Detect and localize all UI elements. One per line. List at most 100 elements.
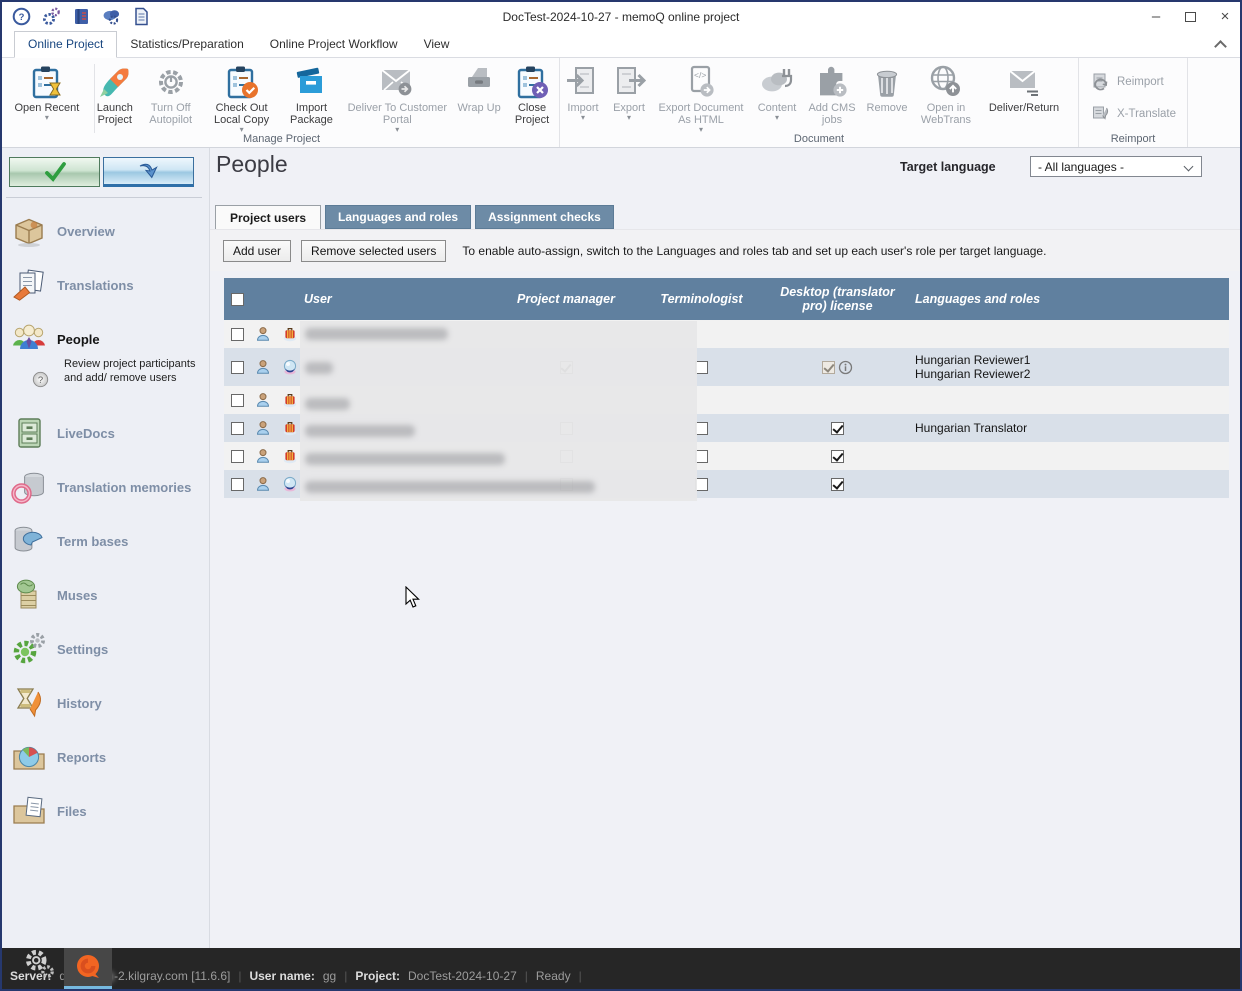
sidebar-item-term-bases[interactable]: Term bases (10, 522, 205, 560)
sidebar-item-translation-memories[interactable]: Translation memories (10, 468, 205, 506)
sidebar-item-overview[interactable]: Overview (10, 212, 205, 250)
tab-project-users[interactable]: Project users (215, 205, 321, 231)
puzzle-add-icon (814, 64, 850, 100)
close-button[interactable]: × (1218, 10, 1232, 24)
ribbon-tab-online-project-workflow[interactable]: Online Project Workflow (257, 32, 411, 57)
column-header-terminologist[interactable]: Terminologist (635, 278, 768, 320)
languages-roles-cell (907, 442, 1229, 470)
sidebar-deliver-button[interactable] (103, 157, 194, 187)
ribbon-button-reimport[interactable]: Reimport (1091, 72, 1164, 91)
project-value: DocTest-2024-10-27 (408, 969, 517, 983)
tab-assignment-checks[interactable]: Assignment checks (475, 205, 614, 229)
user-name-label: User name: (249, 969, 314, 983)
ribbon-button-x-translate[interactable]: X-Translate (1091, 104, 1176, 123)
auto-assign-hint: To enable auto-assign, switch to the Lan… (462, 244, 1046, 258)
envelope-arrow-icon (379, 64, 415, 100)
sidebar-confirm-button[interactable] (9, 157, 100, 187)
trash-icon (869, 64, 905, 100)
ready-status: Ready (536, 969, 571, 983)
sidebar-item-translations[interactable]: Translations (10, 266, 205, 304)
ribbon-button-export-document-as-html[interactable]: </>Export Document As HTML▾ (652, 62, 750, 133)
collapse-ribbon-icon[interactable] (1215, 39, 1226, 50)
main-panel: People Target language - All languages -… (210, 148, 1242, 952)
muse-icon (10, 576, 48, 614)
ribbon-button-deliver-return[interactable]: Deliver/Return (978, 62, 1070, 114)
rocket-icon (97, 64, 133, 100)
ribbon-button-import-package[interactable]: Import Package (282, 62, 342, 126)
info-icon[interactable] (838, 360, 853, 375)
license-checkbox[interactable] (831, 422, 844, 435)
sidebar-item-muses[interactable]: Muses (10, 576, 205, 614)
ribbon-button-export[interactable]: Export▾ (606, 62, 652, 121)
chevron-down-icon (1185, 163, 1193, 171)
remove-selected-users-button[interactable]: Remove selected users (301, 240, 446, 262)
select-all-checkbox[interactable] (231, 293, 244, 306)
clipboard-hourglass-icon (29, 64, 65, 100)
reports-pie-icon (10, 738, 48, 776)
sidebar-item-settings[interactable]: Settings (10, 630, 205, 668)
package-box-icon (293, 64, 329, 100)
help-question-icon[interactable]: ? (32, 371, 49, 388)
row-select-checkbox[interactable] (231, 394, 244, 407)
title-bar: ? DocTest-2024-10-27 - memoQ online proj… (2, 2, 1240, 31)
globe-icon (282, 359, 298, 375)
column-header-languages-roles[interactable]: Languages and roles (907, 278, 1229, 320)
ribbon-button-import[interactable]: Import▾ (560, 62, 606, 121)
ribbon-button-check-out-local-copy[interactable]: Check Out Local Copy▾ (202, 62, 282, 133)
add-user-button[interactable]: Add user (223, 240, 291, 262)
ribbon-button-close-project[interactable]: Close Project (505, 62, 559, 126)
column-header-project-manager[interactable]: Project manager (497, 278, 635, 320)
globe-icon (282, 476, 298, 492)
settings-gears-icon[interactable] (22, 947, 58, 981)
history-hourglass-icon (10, 684, 48, 722)
briefcase-icon (282, 420, 298, 436)
memoq-taskbar-button[interactable] (64, 948, 112, 986)
row-select-checkbox[interactable] (231, 328, 244, 341)
sidebar: OverviewTranslationsPeople?Review projec… (2, 148, 210, 952)
column-header-user[interactable]: User (304, 278, 497, 320)
sidebar-item-history[interactable]: History (10, 684, 205, 722)
license-checkbox[interactable] (831, 478, 844, 491)
people-toolbar: Add user Remove selected users To enable… (210, 229, 1242, 271)
maximize-button[interactable] (1185, 12, 1196, 22)
reimport-page-icon (1091, 72, 1110, 91)
tab-languages-and-roles[interactable]: Languages and roles (325, 205, 471, 229)
sidebar-item-people[interactable]: People (10, 320, 205, 358)
row-select-checkbox[interactable] (231, 450, 244, 463)
row-select-checkbox[interactable] (231, 361, 244, 374)
ribbon-tab-statistics-preparation[interactable]: Statistics/Preparation (117, 32, 256, 57)
svg-text:</>: </> (694, 70, 706, 80)
minimize-button[interactable]: – (1149, 10, 1163, 24)
briefcase-icon (282, 326, 298, 342)
ribbon-button-launch-project[interactable]: Launch Project (90, 62, 140, 126)
ribbon-button-remove[interactable]: Remove (860, 62, 914, 114)
cloud-plug-icon (759, 64, 795, 100)
status-bar: Server: desig-2.kilgray.com [11.6.6] | U… (2, 948, 1240, 989)
target-language-value: - All languages - (1038, 160, 1124, 174)
license-checkbox[interactable] (822, 361, 835, 374)
row-select-checkbox[interactable] (231, 478, 244, 491)
license-checkbox[interactable] (831, 450, 844, 463)
user-name-value: gg (323, 969, 336, 983)
sidebar-item-reports[interactable]: Reports (10, 738, 205, 776)
ribbon-button-content[interactable]: Content▾ (750, 62, 804, 121)
blurred-text (305, 362, 333, 374)
x-translate-icon (1091, 104, 1110, 123)
ribbon-button-deliver-to-customer-portal[interactable]: Deliver To Customer Portal▾ (341, 62, 453, 133)
languages-roles-cell (907, 320, 1229, 348)
row-select-checkbox[interactable] (231, 422, 244, 435)
ribbon-button-wrap-up[interactable]: Wrap Up (453, 62, 505, 114)
column-header-license[interactable]: Desktop (translator pro) license (768, 278, 907, 320)
package-overview-icon (10, 212, 48, 250)
ribbon-button-open-in-webtrans[interactable]: Open in WebTrans (914, 62, 978, 126)
ribbon-button-open-recent[interactable]: Open Recent▾ (4, 62, 90, 121)
sidebar-item-files[interactable]: Files (10, 792, 205, 830)
sidebar-item-livedocs[interactable]: LiveDocs (10, 414, 205, 452)
ribbon-tab-online-project[interactable]: Online Project (14, 31, 117, 58)
termbase-icon (10, 522, 48, 560)
target-language-dropdown[interactable]: - All languages - (1030, 156, 1202, 177)
ribbon-tab-view[interactable]: View (411, 32, 463, 57)
ribbon-button-add-cms-jobs[interactable]: Add CMS jobs (804, 62, 860, 126)
role-label: Hungarian Translator (915, 421, 1027, 435)
ribbon-button-turn-off-autopilot[interactable]: Turn Off Autopilot (140, 62, 202, 126)
